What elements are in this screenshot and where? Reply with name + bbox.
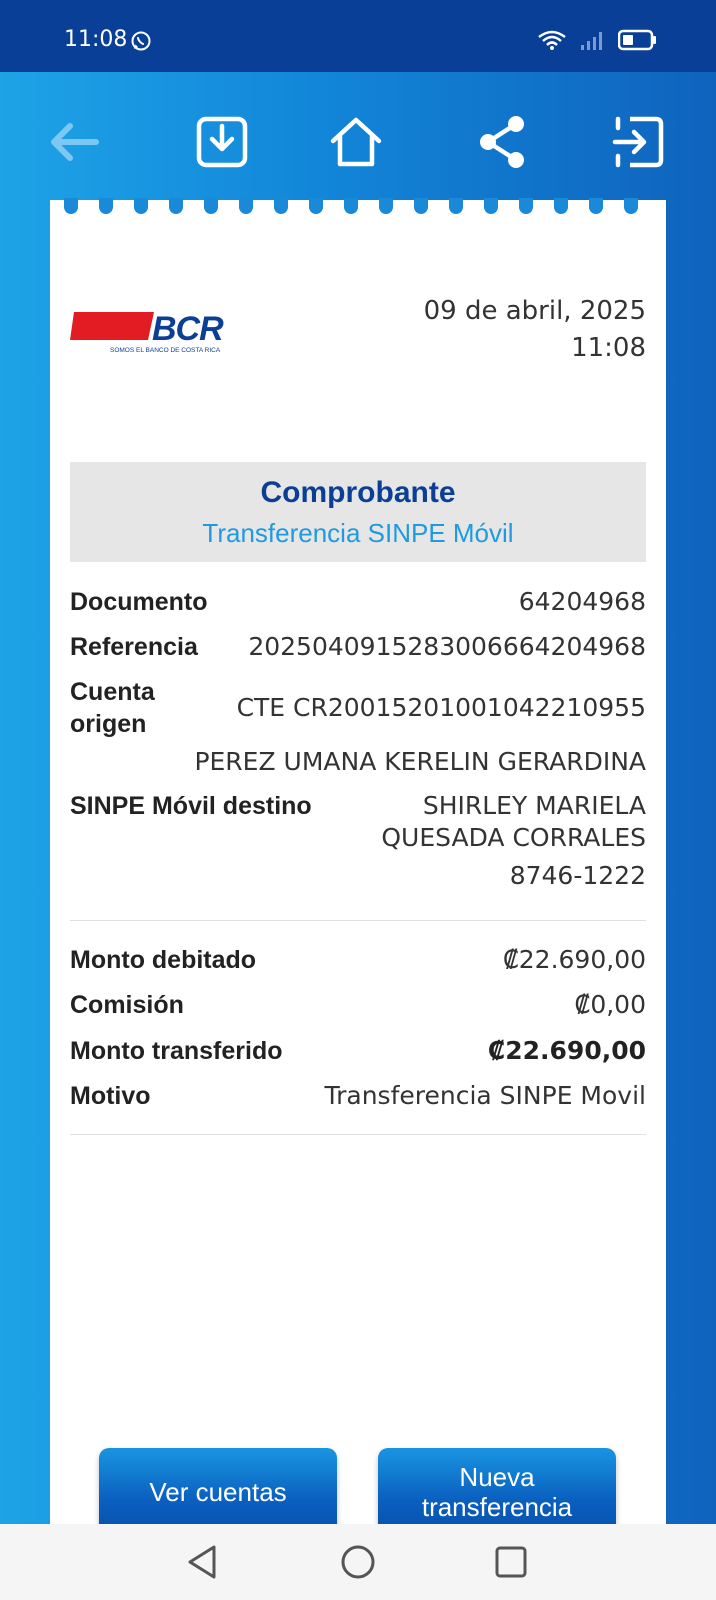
nav-home-icon[interactable]: [340, 1544, 376, 1580]
ver-cuentas-label: Ver cuentas: [149, 1477, 287, 1507]
destino-name-1: SHIRLEY MARIELA: [422, 791, 646, 820]
nav-back-icon[interactable]: [186, 1544, 218, 1580]
referencia-value: 2025040915283006664204968: [248, 632, 646, 661]
ver-cuentas-button[interactable]: Ver cuentas: [99, 1448, 337, 1536]
documento-value: 64204968: [518, 587, 646, 616]
referencia-label: Referencia: [70, 633, 198, 661]
nav-recents-icon[interactable]: [494, 1544, 528, 1580]
whatsapp-icon: [130, 30, 152, 57]
system-nav-bar: [0, 1524, 716, 1600]
receipt-notches: [50, 198, 666, 216]
cuenta-holder: PEREZ UMANA KERELIN GERARDINA: [194, 747, 646, 776]
download-icon[interactable]: [194, 114, 254, 174]
battery-icon: [618, 29, 656, 51]
svg-text:SOMOS EL BANCO DE COSTA RICA: SOMOS EL BANCO DE COSTA RICA: [110, 347, 221, 354]
cuenta-origen-label-2: origen: [70, 710, 147, 738]
wifi-icon: [538, 30, 566, 50]
cuenta-origen-value: CTE CR20015201001042210955: [236, 693, 646, 722]
signal-icon: [580, 32, 602, 50]
back-arrow-icon[interactable]: [46, 114, 106, 174]
divider: [70, 920, 646, 921]
destino-name-2: QUESADA CORRALES: [381, 823, 646, 852]
page-subtitle: Transferencia SINPE Móvil: [202, 518, 514, 548]
monto-transferido-value: ₡22.690,00: [487, 1036, 646, 1065]
comision-value: ₡0,00: [574, 990, 646, 1019]
receipt-time: 11:08: [571, 333, 646, 363]
destino-phone: 8746-1222: [509, 861, 646, 890]
toolbar: [0, 72, 716, 200]
nueva-transferencia-button[interactable]: Nueva transferencia: [378, 1448, 616, 1536]
cuenta-origen-label-1: Cuenta: [70, 678, 155, 706]
sinpe-destino-label: SINPE Móvil destino: [70, 792, 312, 820]
motivo-label: Motivo: [70, 1082, 151, 1110]
status-time: 11:08: [64, 27, 128, 52]
nueva-label-1: Nueva: [459, 1462, 535, 1492]
status-icons: [529, 29, 658, 51]
receipt-card: BCR SOMOS EL BANCO DE COSTA RICA 09 de a…: [50, 198, 666, 1536]
home-icon[interactable]: [328, 114, 388, 174]
status-bar: 11:08: [0, 0, 716, 72]
exit-icon[interactable]: [610, 114, 670, 174]
receipt-date: 09 de abril, 2025: [423, 296, 646, 326]
monto-debitado-label: Monto debitado: [70, 946, 257, 974]
share-icon[interactable]: [476, 114, 536, 174]
bcr-logo: BCR SOMOS EL BANCO DE COSTA RICA: [70, 310, 225, 354]
comision-label: Comisión: [70, 991, 184, 1019]
page-title: Comprobante: [260, 476, 456, 509]
svg-text:BCR: BCR: [152, 310, 224, 348]
title-box: Comprobante Transferencia SINPE Móvil: [70, 462, 646, 562]
app-area: BCR SOMOS EL BANCO DE COSTA RICA 09 de a…: [0, 72, 716, 1536]
divider: [70, 1134, 646, 1135]
nueva-label-2: transferencia: [421, 1492, 573, 1522]
monto-transferido-label: Monto transferido: [70, 1037, 283, 1065]
monto-debitado-value: ₡22.690,00: [502, 945, 646, 974]
documento-label: Documento: [70, 588, 208, 616]
motivo-value: Transferencia SINPE Movil: [324, 1081, 646, 1110]
